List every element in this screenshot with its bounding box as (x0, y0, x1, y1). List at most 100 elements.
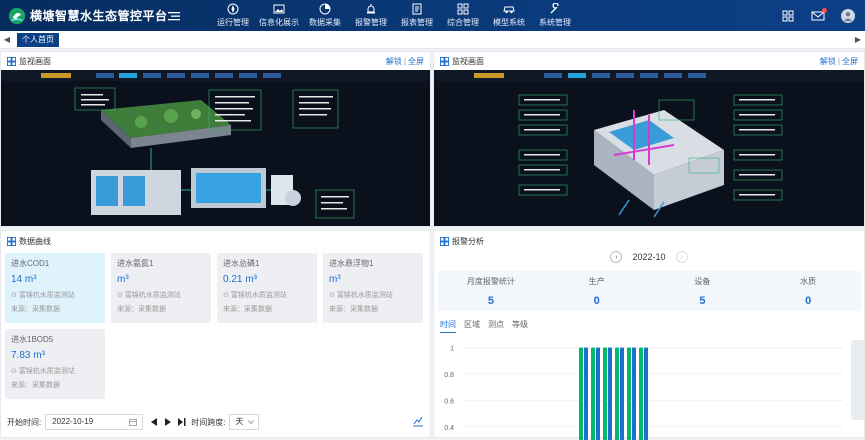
metric-value: 0.21 m³ (223, 274, 257, 285)
nav-item-report[interactable]: 报表管理 (395, 0, 439, 31)
chart-bar[interactable] (579, 347, 583, 440)
chart-bar[interactable] (639, 347, 643, 440)
metric-name: 进水1BOD5 (11, 335, 54, 344)
metric-card-ammonia[interactable]: 进水氨氮1 m³ ⊙ 富锦杭水质监测站 来源：采集数据 (111, 253, 211, 323)
chart-bar[interactable] (584, 347, 588, 440)
play-icon[interactable] (163, 417, 173, 427)
metric-name: 进水总磷1 (223, 259, 260, 268)
nav-item-alarm[interactable]: 报警管理 (349, 0, 393, 31)
metric-name: 进水COD1 (11, 259, 50, 268)
granularity-label: 时间跨度: (191, 417, 226, 427)
chart-bar[interactable] (615, 347, 619, 440)
fullscreen-link[interactable]: 全屏 (842, 57, 858, 66)
panel-title: 监视画面 (19, 56, 51, 66)
subtab-level[interactable]: 等级 (512, 319, 528, 333)
unlock-link[interactable]: 解锁 (386, 57, 402, 66)
line-chart-icon[interactable] (412, 415, 424, 427)
stat-monthly-total[interactable]: 月度报警统计 5 (438, 271, 544, 311)
tab-bar: ◀ 个人首页 ▶ (0, 31, 865, 49)
app-title: 横塘智慧水生态管控平台 (30, 9, 168, 23)
compass-icon (227, 3, 239, 15)
notification-dot (822, 7, 827, 13)
nav-item-info-display[interactable]: 信息化展示 (257, 0, 301, 31)
start-time-label: 开始时间: (7, 417, 42, 427)
fullscreen-link[interactable]: 全屏 (408, 57, 424, 66)
location-text: 富锦杭水质监测站 (18, 368, 75, 375)
apps-grid-icon[interactable] (781, 9, 795, 23)
chart-bar[interactable] (603, 347, 607, 440)
pie-icon (319, 3, 331, 15)
monitor-scada-view-right[interactable] (434, 70, 864, 226)
calendar-icon (129, 419, 138, 426)
stat-label: 生产 (588, 277, 605, 286)
grid-icon (440, 236, 449, 246)
avatar[interactable] (841, 8, 855, 23)
chart-bar[interactable] (596, 347, 600, 440)
next-month-button[interactable]: › (675, 251, 688, 263)
metric-location: ⊙ 富锦杭水质监测站 (11, 366, 99, 376)
nav-item-model[interactable]: 模型系统 (487, 0, 531, 31)
panel-header: 监视画面 (434, 52, 864, 70)
metric-location: ⊙ 富锦杭水质监测站 (117, 290, 205, 300)
chart-bar[interactable] (644, 347, 648, 440)
alarm-analysis-panel: 报警分析 ‹ 2022-10 › 月度报警统计 5 生产 0 设备 5 水质 0… (433, 230, 865, 440)
chart-bar[interactable] (627, 347, 631, 440)
tab-scroll-right-icon[interactable]: ▶ (851, 31, 865, 49)
nav-label: 系统管理 (539, 18, 571, 27)
unlock-link[interactable]: 解锁 (820, 57, 836, 66)
granularity-select[interactable]: 天 (229, 414, 260, 430)
nav-label: 模型系统 (493, 18, 525, 27)
chart-bar[interactable] (608, 347, 612, 440)
tab-scroll-left-icon[interactable]: ◀ (0, 31, 14, 49)
metric-card-bod5[interactable]: 进水1BOD5 7.83 m³ ⊙ 富锦杭水质监测站 来源：采集数据 (5, 329, 105, 399)
nav-label: 数据采集 (309, 18, 341, 27)
panel-title: 数据曲线 (19, 236, 51, 246)
metric-card-suspended-solids[interactable]: 进水悬浮物1 m³ ⊙ 富锦杭水质监测站 来源：采集数据 (323, 253, 423, 323)
metric-card-phosphorus[interactable]: 进水总磷1 0.21 m³ ⊙ 富锦杭水质监测站 来源：采集数据 (217, 253, 317, 323)
chart-bar[interactable] (620, 347, 624, 440)
step-forward-icon[interactable] (177, 417, 187, 427)
location-text: 富锦杭水质监测站 (336, 292, 393, 299)
nav-item-system[interactable]: 系统管理 (533, 0, 577, 31)
report-icon (412, 3, 422, 15)
menu-toggle-icon[interactable] (167, 9, 181, 23)
prev-month-button[interactable]: ‹ (610, 251, 623, 263)
stat-production[interactable]: 生产 0 (544, 271, 650, 311)
metric-location: ⊙ 富锦杭水质监测站 (329, 290, 417, 300)
month-navigator: ‹ 2022-10 › (434, 251, 864, 263)
stat-label: 月度报警统计 (466, 277, 515, 286)
scada-diagram-right (434, 70, 864, 226)
panel-header: 数据曲线 (1, 231, 430, 251)
subtab-point[interactable]: 测点 (488, 319, 504, 333)
chart-bar[interactable] (591, 347, 595, 440)
subtab-time[interactable]: 时间 (440, 319, 456, 333)
message-button[interactable] (811, 7, 827, 23)
nav-item-operation[interactable]: 运行管理 (211, 0, 255, 31)
wrench-icon (550, 3, 559, 14)
nav-item-integrated[interactable]: 综合管理 (441, 0, 485, 31)
top-navigation-bar: 横塘智慧水生态管控平台 运行管理 信息化展示 数据采集 报警管理 报表管理 综合 (0, 0, 865, 31)
tab-personal-home[interactable]: 个人首页 (17, 32, 59, 47)
stat-value: 5 (699, 295, 706, 307)
stat-water-quality[interactable]: 水质 0 (755, 271, 861, 311)
start-date-input[interactable]: 2022-10-19 (45, 414, 144, 430)
brand[interactable]: 横塘智慧水生态管控平台 (0, 0, 195, 31)
floating-side-toolbar[interactable] (851, 340, 865, 420)
metric-location: ⊙ 富锦杭水质监测站 (11, 290, 99, 300)
stat-equipment[interactable]: 设备 5 (650, 271, 756, 311)
step-back-icon[interactable] (149, 417, 159, 427)
monitor-scada-view-left[interactable] (1, 70, 430, 226)
chart-bar[interactable] (632, 347, 636, 440)
nav-item-data-collection[interactable]: 数据采集 (303, 0, 347, 31)
subtab-area[interactable]: 区域 (464, 319, 480, 333)
grid-icon (440, 56, 449, 66)
panel-title: 报警分析 (452, 236, 484, 246)
start-date-value: 2022-10-19 (52, 417, 94, 426)
stat-label: 水质 (800, 277, 817, 286)
metric-card-cod[interactable]: 进水COD1 14 m³ ⊙ 富锦杭水质监测站 来源：采集数据 (5, 253, 105, 323)
metric-source: 来源：采集数据 (117, 306, 166, 313)
location-text: 富锦杭水质监测站 (18, 292, 75, 299)
nav-label: 报警管理 (355, 18, 387, 27)
image-icon (273, 4, 285, 14)
metric-value: 7.83 m³ (11, 350, 45, 361)
